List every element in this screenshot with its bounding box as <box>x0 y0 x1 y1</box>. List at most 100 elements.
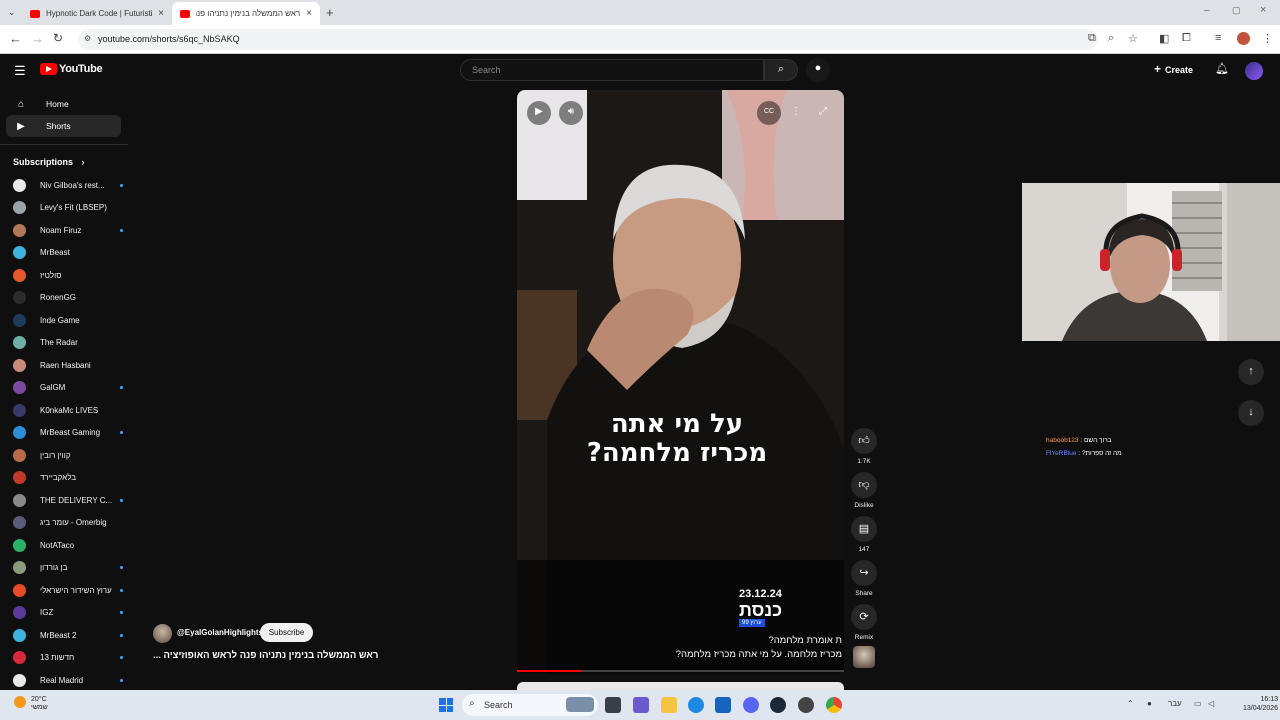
play-button[interactable]: ▶ <box>527 101 551 125</box>
share-button[interactable]: ↪ <box>851 560 877 586</box>
create-button[interactable]: + Create <box>1154 62 1193 76</box>
sidebar-subscription-item[interactable]: קווין רובין <box>13 445 123 465</box>
forward-arrow-icon[interactable]: → <box>31 31 44 46</box>
sidebar-subscription-item[interactable]: Real Madrid <box>13 670 123 690</box>
share-action[interactable]: ↪ Share <box>851 560 877 597</box>
discord-icon[interactable] <box>743 697 759 713</box>
sidebar-subscription-item[interactable]: MrBeast <box>13 243 123 263</box>
like-button[interactable]: 👍︎ <box>851 428 877 454</box>
extensions-puzzle-icon[interactable]: ⧠ <box>1182 32 1191 45</box>
next-short-preview[interactable] <box>517 682 844 690</box>
sidebar-subscription-item[interactable]: THE DELIVERY C... <box>13 490 123 510</box>
extension-icon[interactable]: ◧ <box>1159 32 1169 45</box>
account-avatar[interactable] <box>1245 62 1263 80</box>
file-explorer-icon[interactable] <box>661 697 677 713</box>
sidebar-subscription-item[interactable]: Raen Hasbani <box>13 355 123 375</box>
sidebar-subscription-item[interactable]: בלאקביירד <box>13 468 123 488</box>
like-action[interactable]: 👍︎ 1.7K <box>851 428 877 465</box>
back-arrow-icon[interactable]: ← <box>9 31 22 46</box>
voice-search-button[interactable]: ● <box>806 58 830 82</box>
sidebar-subscription-item[interactable]: Noam Firuz <box>13 220 123 240</box>
search-button[interactable]: ⌕ <box>764 59 798 81</box>
subscribe-button[interactable]: Subscribe <box>260 623 313 642</box>
sidebar-subscription-item[interactable]: סולטיז <box>13 265 123 285</box>
chrome-menu-icon[interactable]: ⋮ <box>1262 32 1273 45</box>
search-input[interactable]: Search <box>460 59 764 81</box>
sidebar-subscription-item[interactable]: GalGM <box>13 378 123 398</box>
notifications-bell-icon[interactable]: 🔔︎ <box>1215 62 1229 75</box>
sidebar-subscription-item[interactable]: The Radar <box>13 333 123 353</box>
language-indicator[interactable]: עבר <box>1168 699 1182 708</box>
channel-name[interactable]: @EyalGolanHighlights <box>177 628 263 637</box>
sidebar-subscription-item[interactable]: K0nkaMc LIVES <box>13 400 123 420</box>
sidebar-subscription-item[interactable]: IGZ <box>13 603 123 623</box>
comments-button[interactable]: ▤ <box>851 516 877 542</box>
taskbar-search-box[interactable]: ⌕ Search <box>462 694 598 716</box>
tab-search-icon[interactable]: ⌄ <box>8 7 16 18</box>
chrome-icon[interactable] <box>826 697 842 713</box>
install-app-icon[interactable]: ⧉ <box>1088 32 1096 45</box>
volume-tray-icon[interactable]: ◁ <box>1208 699 1214 708</box>
short-video-player[interactable]: על מי אתה מכריז מלחמה? ▶ 🔊︎ CC ⋮ ⤢ 23.12… <box>517 90 844 674</box>
comments-action[interactable]: ▤ 147 <box>851 516 877 553</box>
volume-button[interactable]: 🔊︎ <box>559 101 583 125</box>
remix-button[interactable]: ⟳ <box>851 604 877 630</box>
network-icon[interactable]: ▭ <box>1194 699 1202 708</box>
previous-short-button[interactable]: ↑ <box>1238 359 1264 385</box>
sidebar-subscription-item[interactable]: Niv Gilboa's rest... <box>13 175 123 195</box>
edge-icon[interactable] <box>688 697 704 713</box>
tab-hypnotic-dark-code[interactable]: Hypnotic Dark Code | Futuristic × <box>22 2 172 25</box>
microphone-tray-icon[interactable]: ● <box>1147 699 1152 708</box>
subscription-name: בלאקביירד <box>40 473 77 482</box>
sidebar-item-shorts[interactable]: ▶ Shorts <box>6 115 121 137</box>
reload-icon[interactable]: ↻ <box>53 31 63 45</box>
sidebar-subscription-item[interactable]: RonenGG <box>13 288 123 308</box>
steam-icon[interactable] <box>770 697 786 713</box>
maximize-button[interactable]: ▢ <box>1232 5 1241 16</box>
sidebar-subscription-item[interactable]: עומר ביג - Omerbig <box>13 513 123 533</box>
zoom-icon[interactable]: ⌕ <box>1108 32 1114 45</box>
dislike-action[interactable]: 👎︎ Dislike <box>851 472 877 509</box>
channel-avatar[interactable] <box>153 624 172 643</box>
show-hidden-icons-chevron-icon[interactable]: ⌃ <box>1127 699 1134 708</box>
profile-avatar[interactable] <box>1237 32 1250 45</box>
windows-start-icon[interactable] <box>439 698 453 712</box>
fullscreen-button[interactable]: ⤢ <box>811 101 835 125</box>
system-clock[interactable]: 16:13 13/04/2026 <box>1243 695 1278 713</box>
sidebar-subscription-item[interactable]: Inde Game <box>13 310 123 330</box>
sidebar-subscription-item[interactable]: בן גורדון <box>13 558 123 578</box>
sidebar-subscription-item[interactable]: MrBeast 2 <box>13 625 123 645</box>
dislike-button[interactable]: 👎︎ <box>851 472 877 498</box>
site-info-icon[interactable]: ⚙ <box>84 34 91 43</box>
sidebar-subscription-item[interactable]: 13 חדשות <box>13 648 123 668</box>
sidebar-subscription-item[interactable]: ערוץ השידור הישראלי <box>13 580 123 600</box>
hamburger-menu-icon[interactable]: ☰ <box>14 63 26 79</box>
video-progress-bar[interactable] <box>517 670 844 672</box>
new-tab-button[interactable]: + <box>326 5 334 20</box>
sidebar-subscription-item[interactable]: NotATaco <box>13 535 123 555</box>
tab-netanyahu-short[interactable]: ראש הממשלה בנימין נתניהו פנה × <box>172 2 320 25</box>
weather-widget[interactable]: 20°C שמשי <box>14 696 48 712</box>
close-window-button[interactable]: × <box>1260 4 1266 16</box>
subscriptions-heading[interactable]: Subscriptions › <box>13 157 85 167</box>
sidebar-item-home[interactable]: ⌂ Home <box>6 93 121 115</box>
remix-action[interactable]: ⟳ Remix <box>851 604 877 641</box>
youtube-logo[interactable]: YouTube <box>40 63 103 75</box>
microsoft-store-icon[interactable] <box>715 697 731 713</box>
captions-button[interactable]: CC <box>757 101 781 125</box>
teams-icon[interactable] <box>633 697 649 713</box>
next-short-button[interactable]: ↓ <box>1238 400 1264 426</box>
app-icon[interactable] <box>798 697 814 713</box>
close-tab-icon[interactable]: × <box>158 8 164 19</box>
short-title[interactable]: ראש הממשלה בנימין נתניהו פנה לראש האופוז… <box>153 650 398 661</box>
more-options-button[interactable]: ⋮ <box>784 101 808 125</box>
media-control-icon[interactable]: ≡ <box>1215 32 1221 44</box>
bookmark-star-icon[interactable]: ☆ <box>1128 32 1138 45</box>
task-view-icon[interactable] <box>605 697 621 713</box>
address-bar[interactable]: ⚙ youtube.com/shorts/s6qc_NbSAKQ <box>78 29 1098 50</box>
sidebar-subscription-item[interactable]: MrBeast Gaming <box>13 423 123 443</box>
close-tab-icon[interactable]: × <box>306 8 312 19</box>
sidebar-subscription-item[interactable]: Levy's Fit (LBSEP) <box>13 198 123 218</box>
sound-source-thumbnail[interactable] <box>853 646 875 668</box>
minimize-button[interactable]: – <box>1204 5 1210 16</box>
